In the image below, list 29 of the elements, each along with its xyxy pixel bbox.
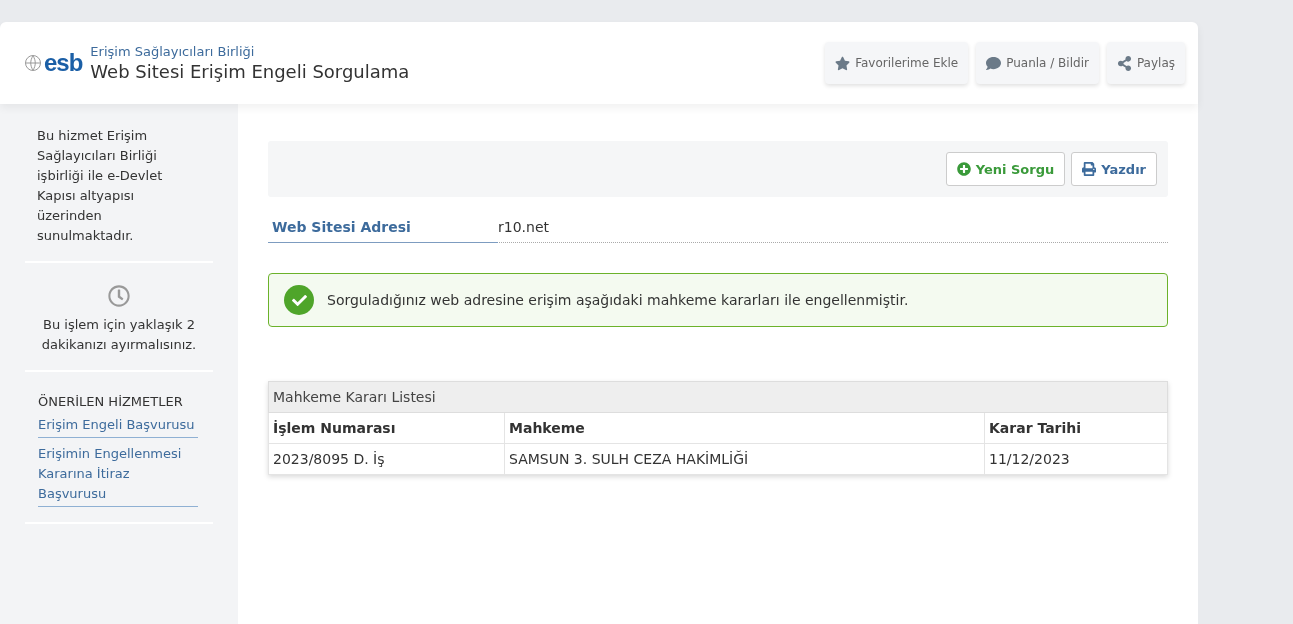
related-service-link[interactable]: Erişimin Engellenmesi Kararına İtiraz Başvurusu [38,441,198,507]
table-cell: 11/12/2023 [985,444,1168,475]
header-action-button[interactable]: Paylaş [1106,42,1185,84]
printer-icon [1082,162,1097,176]
column-header: Mahkeme [505,413,985,444]
column-header: Karar Tarihi [985,413,1168,444]
share-icon [1116,55,1132,71]
table-title: Mahkeme Kararı Listesi [268,381,1168,413]
related-service-link[interactable]: Erişim Engeli Başvurusu [38,412,198,438]
header-action-button[interactable]: Puanla / Bildir [976,42,1099,84]
table-cell: 2023/8095 D. İş [268,444,505,475]
toolbar-button[interactable]: Yeni Sorgu [945,152,1066,186]
page-title: Web Sitesi Erişim Engeli Sorgulama [90,61,411,82]
clock-icon [108,285,130,307]
related-services-heading: ÖNERİLEN HİZMETLER [37,394,183,409]
duration-text: Bu işlem için yaklaşık 2 dakikanızı ayırmalısınız. [40,316,198,354]
header-action-button[interactable]: Favorilerime Ekle [825,42,969,84]
speech-bubble-icon [986,55,1002,71]
field-label: Web Sitesi Adresi [268,215,498,243]
star-icon [835,55,851,71]
toolbar-button[interactable]: Yazdır [1071,152,1157,186]
check-icon [284,285,314,315]
table-cell: SAMSUN 3. SULH CEZA HAKİMLİĞİ [505,444,985,475]
organization-name: Erişim Sağlayıcıları Birliği [90,44,256,59]
service-info-text: Bu hizmet Erişim Sağlayıcıları Birliği işbirliği ile e-Devlet Kapısı altyapısı üzerinden sunulmaktadır. [36,127,164,245]
alert-message: Sorguladığınız web adresine erişim aşağıdaki mahkeme kararları ile engellenmiştir. [327,292,909,308]
column-header: İşlem Numarası [268,413,505,444]
esb-logo: esb [24,49,83,77]
field-value: r10.net [498,218,549,237]
